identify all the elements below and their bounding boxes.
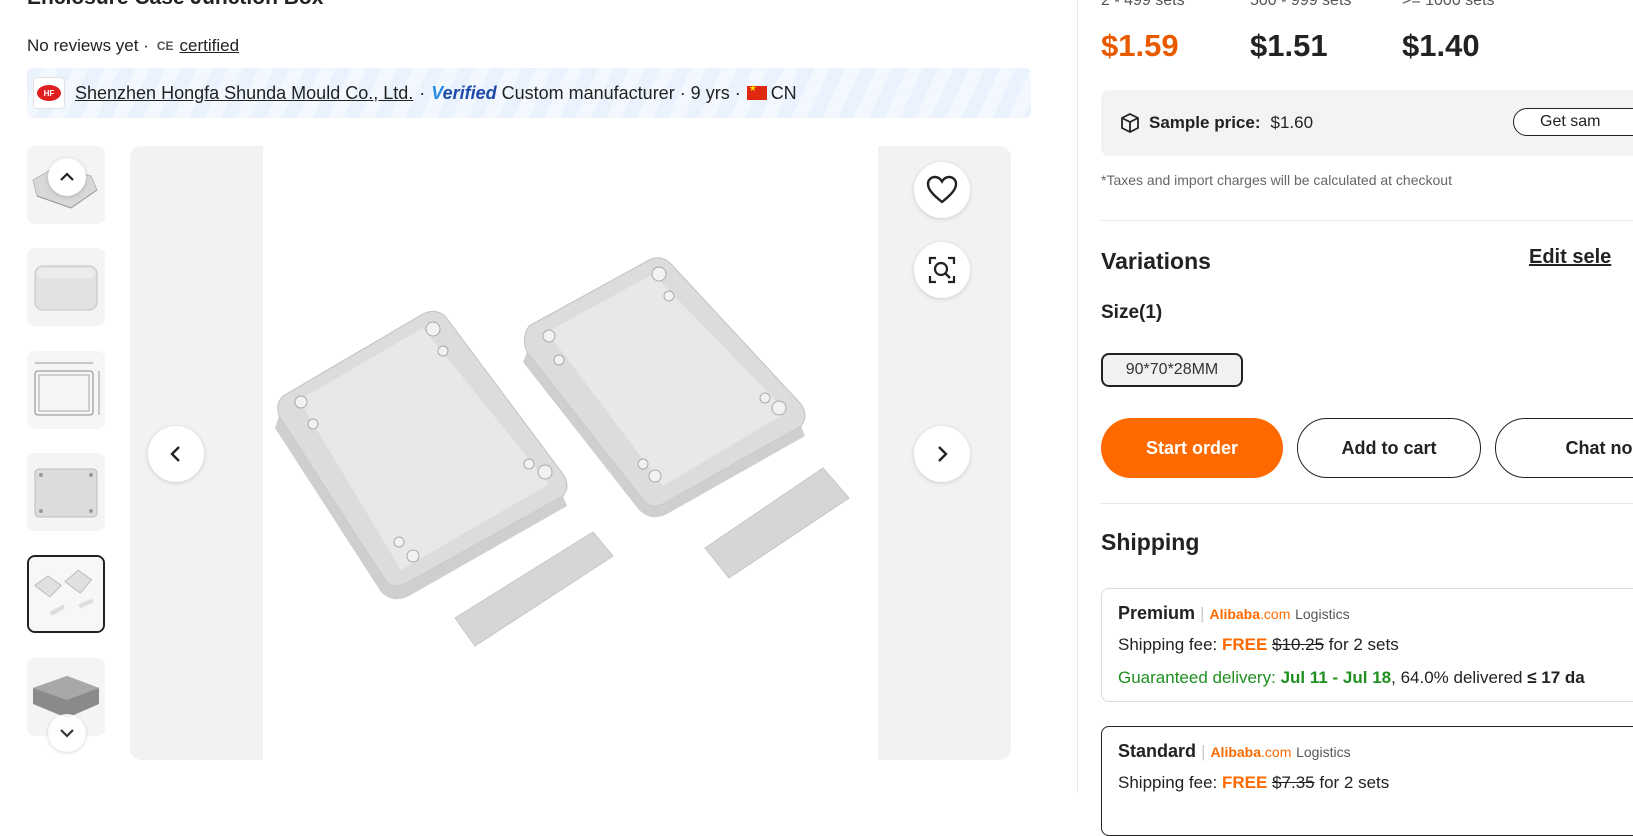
product-photo xyxy=(263,146,878,760)
supplier-logo[interactable]: HF xyxy=(33,77,65,109)
tier-3-range: >= 1000 sets xyxy=(1402,0,1495,9)
chevron-right-icon xyxy=(938,446,948,462)
size-label: Size(1) xyxy=(1101,302,1163,323)
delivery-rate: , 64.0% delivered xyxy=(1391,668,1523,687)
get-sample-button[interactable]: Get sam xyxy=(1513,108,1633,136)
fee-original: $10.25 xyxy=(1272,635,1325,654)
verified-badge[interactable]: Verified xyxy=(431,83,496,104)
shipping-option-name: Premium xyxy=(1118,603,1196,623)
verified-rest: erified xyxy=(442,82,497,103)
main-image-viewer xyxy=(130,146,1011,760)
supplier-details: Custom manufacturer · 9 yrs · xyxy=(501,82,741,103)
thumbnails-scroll-down[interactable] xyxy=(48,714,86,752)
supplier-logo-mark: HF xyxy=(37,85,61,101)
shipping-option-name: Standard xyxy=(1118,741,1197,761)
delivery-days: ≤ 17 da xyxy=(1527,668,1585,687)
fee-label: Shipping fee: xyxy=(1118,635,1218,654)
shipping-option-premium[interactable]: Premium | Alibaba.com Logistics Shipping f… xyxy=(1101,588,1633,702)
variations-title: Variations xyxy=(1101,248,1211,274)
tier-2-range: 500 - 999 sets xyxy=(1250,0,1352,9)
start-order-button[interactable]: Start order xyxy=(1101,418,1283,478)
review-summary: No reviews yet · CE certified xyxy=(27,36,239,56)
supplier-country: CN xyxy=(770,82,797,103)
column-divider xyxy=(1077,0,1078,793)
chevron-left-icon xyxy=(170,446,180,462)
thumbnail-4[interactable] xyxy=(27,453,105,531)
favorite-button[interactable] xyxy=(914,162,970,218)
heart-icon xyxy=(926,175,958,204)
fee-qty: for 2 sets xyxy=(1319,773,1390,792)
tier-1-price: $1.59 xyxy=(1101,28,1179,63)
thumbnail-2[interactable] xyxy=(27,248,105,326)
ce-mark-icon: CE xyxy=(156,39,174,53)
visual-search-button[interactable] xyxy=(914,242,970,298)
guaranteed-label: Guaranteed delivery: xyxy=(1118,668,1276,687)
delivery-dates: Jul 11 - Jul 18 xyxy=(1280,668,1392,687)
tier-3-price: $1.40 xyxy=(1402,28,1480,63)
next-image-button[interactable] xyxy=(914,426,970,482)
previous-image-button[interactable] xyxy=(148,426,204,482)
sample-price-value: $1.60 xyxy=(1270,113,1314,132)
package-icon xyxy=(1121,112,1139,134)
chat-now-button[interactable]: Chat no xyxy=(1495,418,1633,478)
fee-free: FREE xyxy=(1221,773,1268,792)
tier-2-price: $1.51 xyxy=(1250,28,1328,63)
thumbnails-scroll-up[interactable] xyxy=(48,158,86,196)
shipping-fee-row: Shipping fee: FREE $10.25 for 2 sets xyxy=(1118,635,1399,655)
supplier-name-link[interactable]: Shenzhen Hongfa Shunda Mould Co., Ltd. xyxy=(75,83,413,104)
image-search-icon xyxy=(928,256,956,284)
fee-original: $7.35 xyxy=(1272,773,1315,792)
alibaba-com: .com xyxy=(1261,744,1292,760)
guaranteed-delivery-row: Guaranteed delivery: Jul 11 - Jul 18, 64… xyxy=(1118,668,1585,688)
logistics-label: Logistics xyxy=(1296,744,1351,760)
shipping-fee-row: Shipping fee: FREE $7.35 for 2 sets xyxy=(1118,773,1389,793)
certified-link[interactable]: certified xyxy=(180,36,240,56)
alibaba-brand: Alibaba xyxy=(1209,606,1261,622)
fee-qty: for 2 sets xyxy=(1328,635,1399,654)
china-flag-icon xyxy=(746,83,767,100)
reviews-text: No reviews yet · xyxy=(27,36,149,55)
chevron-up-icon xyxy=(60,172,74,181)
shipping-option-header: Standard | Alibaba.com Logistics xyxy=(1118,741,1351,761)
sample-price-label: Sample price: xyxy=(1149,113,1261,132)
logistics-label: Logistics xyxy=(1295,606,1350,622)
tier-1-range: 2 - 499 sets xyxy=(1101,0,1185,9)
fee-free: FREE xyxy=(1221,635,1268,654)
fee-label: Shipping fee: xyxy=(1118,773,1218,792)
divider xyxy=(1101,220,1633,221)
alibaba-brand: Alibaba xyxy=(1210,744,1262,760)
taxes-note: *Taxes and import charges will be calcul… xyxy=(1101,172,1452,188)
supplier-bar: HF Shenzhen Hongfa Shunda Mould Co., Ltd… xyxy=(27,68,1031,118)
edit-selection-link[interactable]: Edit sele xyxy=(1529,246,1611,269)
divider xyxy=(1101,503,1633,504)
size-option-90x70x28[interactable]: 90*70*28MM xyxy=(1101,353,1243,387)
shipping-option-standard[interactable]: Standard | Alibaba.com Logistics Shipping … xyxy=(1101,726,1633,836)
alibaba-com: .com xyxy=(1260,606,1291,622)
thumbnail-3[interactable] xyxy=(27,351,105,429)
add-to-cart-button[interactable]: Add to cart xyxy=(1297,418,1481,478)
separator: · xyxy=(419,82,426,103)
verified-v: V xyxy=(431,82,443,103)
product-title: Enclosure Case Junction Box xyxy=(27,0,323,10)
shipping-title: Shipping xyxy=(1101,529,1200,555)
shipping-option-header: Premium | Alibaba.com Logistics xyxy=(1118,603,1350,623)
chevron-down-icon xyxy=(60,729,74,738)
thumbnail-5-selected[interactable] xyxy=(27,555,105,633)
